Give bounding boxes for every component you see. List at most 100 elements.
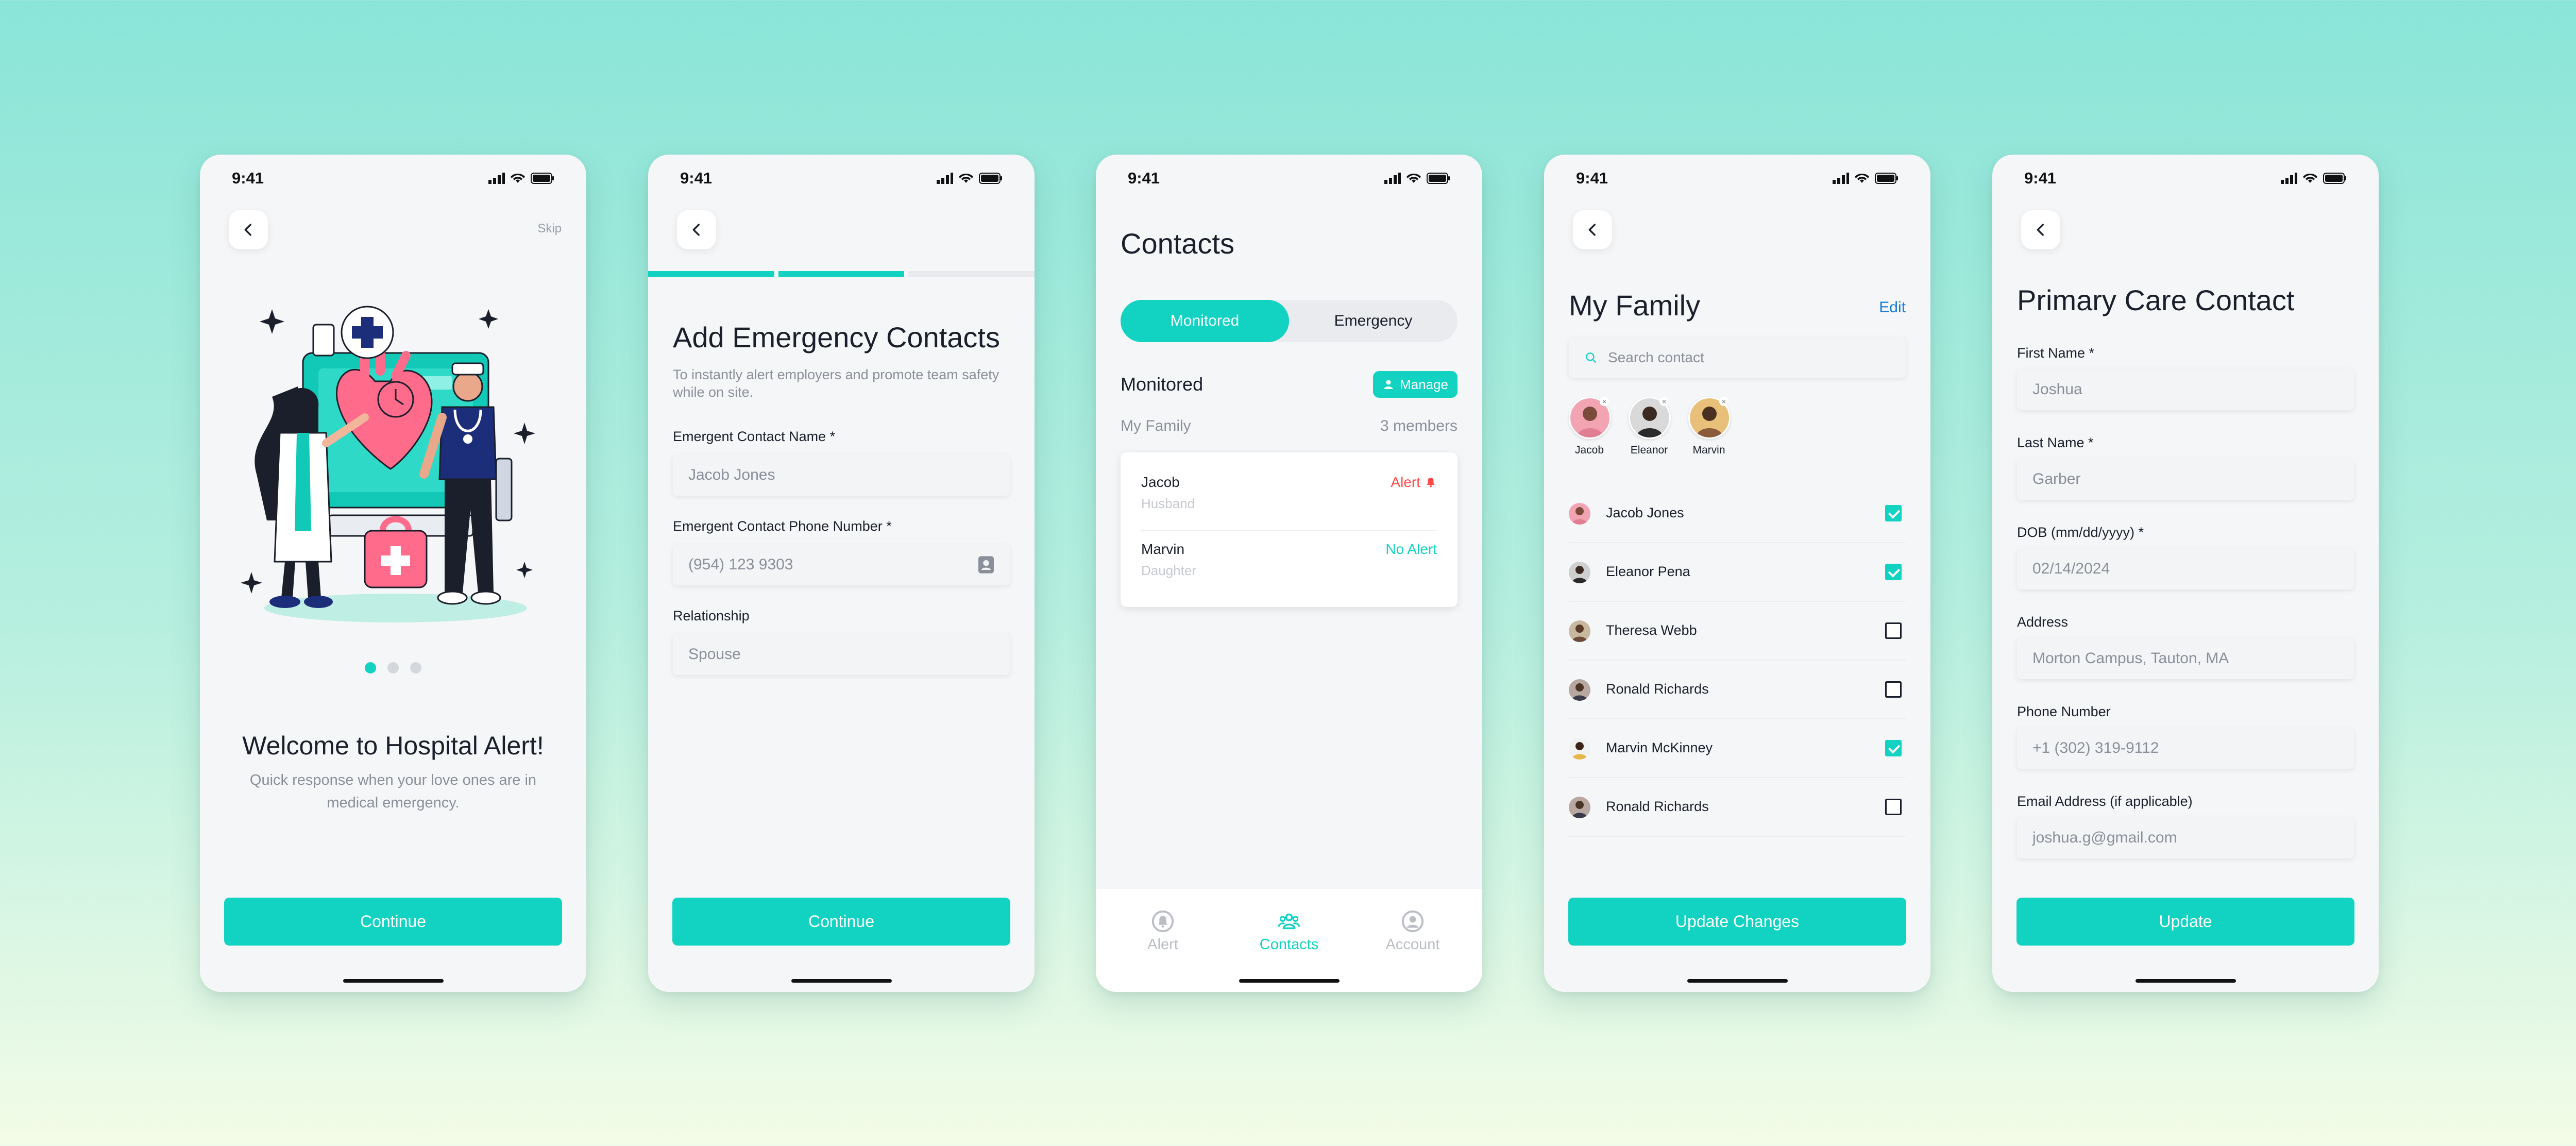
member-checkbox[interactable] xyxy=(1885,564,1902,580)
wifi-icon xyxy=(1406,173,1421,183)
selected-member[interactable]: × Eleanor xyxy=(1629,397,1671,457)
member-checkbox[interactable] xyxy=(1885,505,1902,521)
toggle-monitored[interactable]: Monitored xyxy=(1121,300,1289,342)
selected-member-name: Eleanor xyxy=(1630,444,1668,456)
toggle-emergency[interactable]: Emergency xyxy=(1289,300,1458,342)
tab-contacts[interactable]: Contacts xyxy=(1232,909,1346,953)
search-icon xyxy=(1586,352,1596,363)
contact-name: Marvin xyxy=(1141,541,1185,557)
contact-name-field[interactable]: Jacob Jones xyxy=(673,454,1010,496)
search-placeholder: Search contact xyxy=(1608,349,1704,365)
last-name-label: Last Name * xyxy=(2017,435,2094,450)
chevron-left-icon xyxy=(1588,224,1596,236)
member-name: Ronald Richards xyxy=(1606,681,1709,697)
list-item[interactable]: Ronald Richards xyxy=(1569,661,1906,719)
contact-phone-field[interactable]: (954) 123 9303 xyxy=(673,544,1010,585)
back-button[interactable] xyxy=(677,210,716,249)
progress-step-1 xyxy=(648,271,774,277)
edit-link[interactable]: Edit xyxy=(1879,299,1906,316)
tab-alert[interactable]: Alert xyxy=(1106,909,1219,953)
chevron-left-icon xyxy=(2037,224,2044,236)
account-icon xyxy=(1401,910,1424,933)
member-checkbox[interactable] xyxy=(1885,622,1902,639)
address-field[interactable]: Morton Campus, Tauton, MA xyxy=(2017,638,2354,679)
relationship-field[interactable]: Spouse xyxy=(673,634,1010,675)
chevron-left-icon xyxy=(692,224,700,236)
member-name: Eleanor Pena xyxy=(1606,564,1690,579)
back-button[interactable] xyxy=(229,210,268,249)
step-progress-bar xyxy=(648,271,1035,277)
wifi-icon xyxy=(511,173,525,183)
status-bar: 9:41 xyxy=(232,167,554,190)
back-button[interactable] xyxy=(1573,210,1612,249)
status-time: 9:41 xyxy=(1576,169,1608,187)
first-name-label: First Name * xyxy=(2017,345,2095,361)
remove-icon[interactable]: × xyxy=(1719,397,1728,406)
battery-icon xyxy=(1427,173,1450,184)
page-title: Add Emergency Contacts xyxy=(673,321,1000,353)
list-item[interactable]: Jacob Jones xyxy=(1569,484,1906,543)
onboarding-screen: 9:41 Skip Welcome to Hospital Alert! Qui… xyxy=(200,155,586,992)
signal-icon xyxy=(488,173,505,184)
carousel-dot-3[interactable] xyxy=(410,662,421,673)
phone-number-label: Phone Number xyxy=(2017,704,2111,719)
skip-link[interactable]: Skip xyxy=(537,222,562,236)
continue-button[interactable]: Continue xyxy=(672,898,1010,946)
carousel-dots[interactable] xyxy=(200,662,586,673)
tab-account[interactable]: Account xyxy=(1356,909,1469,953)
tab-contacts-label: Contacts xyxy=(1259,936,1319,953)
contact-phone-placeholder: (954) 123 9303 xyxy=(688,556,793,573)
status-time: 9:41 xyxy=(680,169,713,187)
member-checkbox[interactable] xyxy=(1885,681,1902,698)
remove-icon[interactable]: × xyxy=(1659,397,1669,406)
alert-status: No Alert xyxy=(1385,541,1437,558)
signal-icon xyxy=(1833,173,1849,184)
update-button[interactable]: Update xyxy=(2016,898,2354,946)
status-bar: 9:41 xyxy=(1128,167,1450,190)
contact-row[interactable]: Marvin Daughter No Alert xyxy=(1141,531,1437,593)
remove-icon[interactable]: × xyxy=(1600,397,1609,406)
phone-number-field[interactable]: +1 (302) 319-9112 xyxy=(2017,728,2354,769)
first-name-field[interactable]: Joshua xyxy=(2017,369,2354,410)
page-title: Contacts xyxy=(1121,227,1234,260)
contacts-card: Jacob Husband Alert Marvin Daughter No A… xyxy=(1121,452,1458,607)
member-checkbox[interactable] xyxy=(1885,740,1902,756)
contact-book-icon[interactable] xyxy=(976,554,996,575)
avatar xyxy=(1569,679,1590,701)
carousel-dot-2[interactable] xyxy=(387,662,399,673)
progress-step-3 xyxy=(908,271,1035,277)
last-name-field[interactable]: Garber xyxy=(2017,459,2354,500)
list-item[interactable]: Eleanor Pena xyxy=(1569,543,1906,602)
wifi-icon xyxy=(959,173,973,183)
back-button[interactable] xyxy=(2021,210,2060,249)
update-changes-button[interactable]: Update Changes xyxy=(1568,898,1906,946)
avatar xyxy=(1569,738,1590,760)
page-description: To instantly alert employers and promote… xyxy=(673,367,999,400)
battery-icon xyxy=(2323,173,2346,184)
group-header[interactable]: My Family 3 members xyxy=(1121,417,1458,435)
dob-field[interactable]: 02/14/2024 xyxy=(2017,548,2354,589)
status-time: 9:41 xyxy=(1128,169,1160,187)
signal-icon xyxy=(1384,173,1401,184)
my-family-screen: 9:41 My Family Edit Search contact × Jac… xyxy=(1544,155,1930,992)
group-count: 3 members xyxy=(1380,417,1458,434)
page-title: Primary Care Contact xyxy=(2017,284,2295,316)
tab-alert-label: Alert xyxy=(1147,936,1178,953)
list-item[interactable]: Ronald Richards xyxy=(1569,778,1906,837)
list-item[interactable]: Theresa Webb xyxy=(1569,602,1906,661)
home-indicator xyxy=(791,979,892,983)
dob-label: DOB (mm/dd/yyyy) * xyxy=(2017,525,2144,540)
search-input[interactable]: Search contact xyxy=(1569,338,1906,378)
welcome-subtitle: Quick response when your love ones are i… xyxy=(249,772,537,811)
selected-member[interactable]: × Jacob xyxy=(1569,397,1611,457)
contact-row[interactable]: Jacob Husband Alert xyxy=(1141,464,1437,526)
continue-button[interactable]: Continue xyxy=(224,898,562,946)
carousel-dot-1[interactable] xyxy=(365,662,376,673)
list-item[interactable]: Marvin McKinney xyxy=(1569,719,1906,778)
address-label: Address xyxy=(2017,614,2069,630)
manage-button[interactable]: Manage xyxy=(1373,371,1458,398)
member-checkbox[interactable] xyxy=(1885,799,1902,815)
status-time: 9:41 xyxy=(232,169,264,187)
selected-member[interactable]: × Marvin xyxy=(1688,397,1731,457)
email-field[interactable]: joshua.g@gmail.com xyxy=(2017,817,2354,858)
